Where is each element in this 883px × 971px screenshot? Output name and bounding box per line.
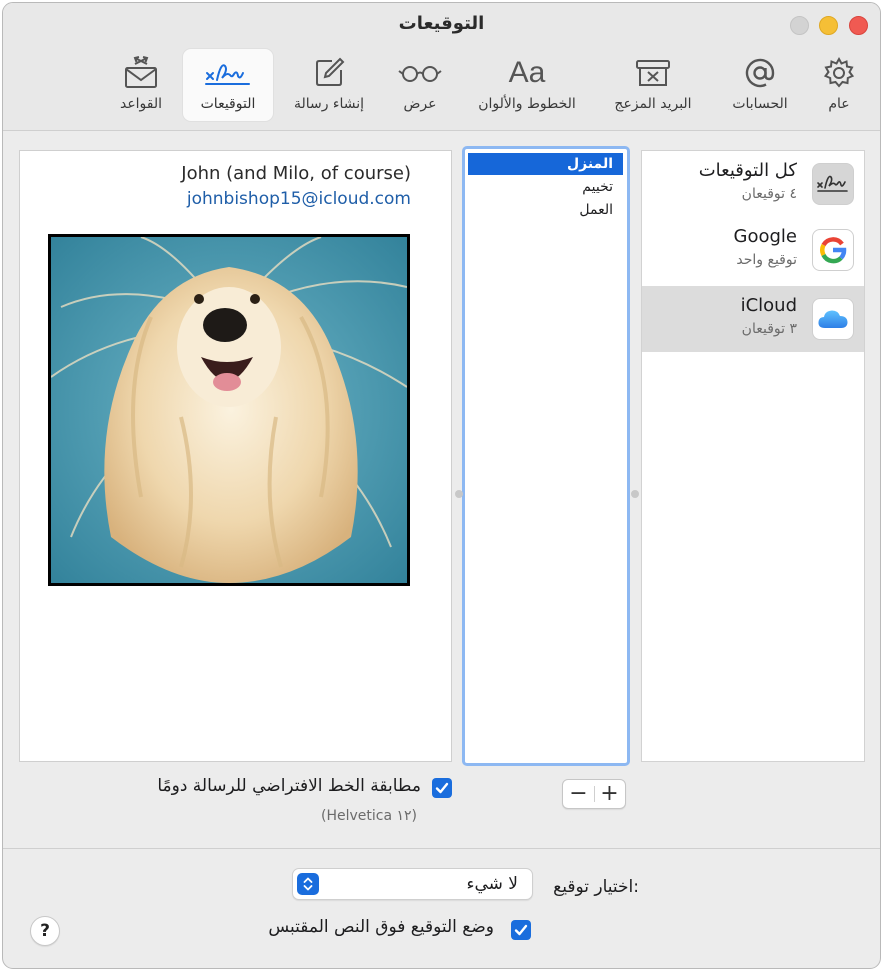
signature-name-text: John (and Milo, of course) (181, 163, 411, 184)
divider (3, 848, 880, 849)
account-google[interactable]: Google توقيع واحد (642, 217, 864, 283)
account-icloud[interactable]: iCloud ٣ توقيعان (642, 286, 864, 352)
checkmark-icon (435, 782, 449, 794)
rules-envelope-icon (107, 55, 175, 91)
close-button[interactable] (849, 16, 868, 35)
compose-icon (283, 55, 375, 91)
match-font-label: مطابقة الخط الافتراضي للرسالة دومًا (157, 776, 421, 796)
place-signature-label: وضع التوقيع فوق النص المقتبس (268, 917, 494, 937)
checkmark-icon (514, 924, 528, 936)
remove-signature-button[interactable]: − (563, 780, 594, 808)
account-name: iCloud (740, 295, 797, 316)
glasses-icon (390, 55, 450, 91)
toolbar-general[interactable]: عام (810, 49, 868, 121)
choose-signature-select[interactable]: لا شيء (292, 868, 533, 900)
toolbar-label: عرض (403, 96, 437, 112)
splitter-handle[interactable] (631, 490, 639, 498)
chevron-up-down-icon (297, 873, 319, 895)
toolbar-label: إنشاء رسالة (293, 96, 365, 112)
account-count: توقيع واحد (736, 252, 797, 268)
toolbar-fonts-colors[interactable]: Aa الخطوط والألوان (466, 49, 588, 121)
minimize-button[interactable] (819, 16, 838, 35)
toolbar-composing[interactable]: إنشاء رسالة (283, 49, 375, 121)
gear-icon (810, 55, 868, 91)
dog-photo (48, 234, 410, 586)
toolbar-label: الخطوط والألوان (478, 96, 576, 112)
fonts-icon: Aa (508, 56, 546, 89)
splitter-handle[interactable] (455, 490, 463, 498)
account-count: ٣ توقيعان (741, 321, 797, 337)
account-all-signatures[interactable]: كل التوقيعات ٤ توقيعان (642, 151, 864, 217)
toolbar-rules[interactable]: القواعد (107, 49, 175, 121)
match-font-name: (Helvetica ١٢) (320, 808, 417, 824)
match-font-checkbox[interactable] (432, 778, 452, 798)
signatures-list: المنزل تخييم العمل (462, 146, 630, 766)
signature-email-link[interactable]: johnbishop15@icloud.com (187, 189, 411, 209)
toolbar: التوقيعات عام الحسابات البريد المزعج Aa … (3, 3, 880, 131)
accounts-list: كل التوقيعات ٤ توقيعان Google توقيع واحد… (641, 150, 865, 762)
icloud-icon (812, 298, 854, 340)
toolbar-signatures[interactable]: التوقيعات (183, 49, 273, 121)
toolbar-label: الحسابات (732, 96, 788, 112)
signature-icon (183, 55, 273, 91)
signature-preview[interactable]: John (and Milo, of course) johnbishop15@… (19, 150, 452, 762)
junk-mail-icon (601, 55, 705, 91)
choose-signature-label: اختيار توقيع: (553, 877, 639, 897)
account-name: Google (733, 226, 797, 247)
fullscreen-button[interactable] (790, 16, 809, 35)
signatures-pane: كل التوقيعات ٤ توقيعان Google توقيع واحد… (3, 132, 880, 845)
toolbar-viewing[interactable]: عرض (390, 49, 450, 121)
signature-icon (812, 163, 854, 205)
signature-item-home[interactable]: المنزل (468, 153, 623, 175)
place-signature-checkbox[interactable] (511, 920, 531, 940)
add-remove-control: − + (562, 779, 626, 809)
toolbar-label: البريد المزعج (614, 96, 692, 112)
google-icon (812, 229, 854, 271)
signature-item-camping[interactable]: تخييم (468, 176, 623, 198)
preferences-window: التوقيعات عام الحسابات البريد المزعج Aa … (2, 2, 881, 969)
toolbar-label: التوقيعات (200, 96, 256, 112)
toolbar-accounts[interactable]: الحسابات (721, 49, 799, 121)
account-name: كل التوقيعات (698, 160, 797, 181)
at-sign-icon (721, 55, 799, 91)
toolbar-label: القواعد (119, 96, 163, 112)
add-signature-button[interactable]: + (594, 780, 625, 808)
toolbar-label: عام (828, 96, 850, 112)
signature-item-work[interactable]: العمل (468, 199, 623, 221)
toolbar-junk-mail[interactable]: البريد المزعج (601, 49, 705, 121)
window-title: التوقيعات (398, 13, 485, 34)
account-count: ٤ توقيعان (741, 186, 797, 202)
choose-signature-value: لا شيء (466, 874, 518, 894)
help-button[interactable]: ? (30, 916, 60, 946)
